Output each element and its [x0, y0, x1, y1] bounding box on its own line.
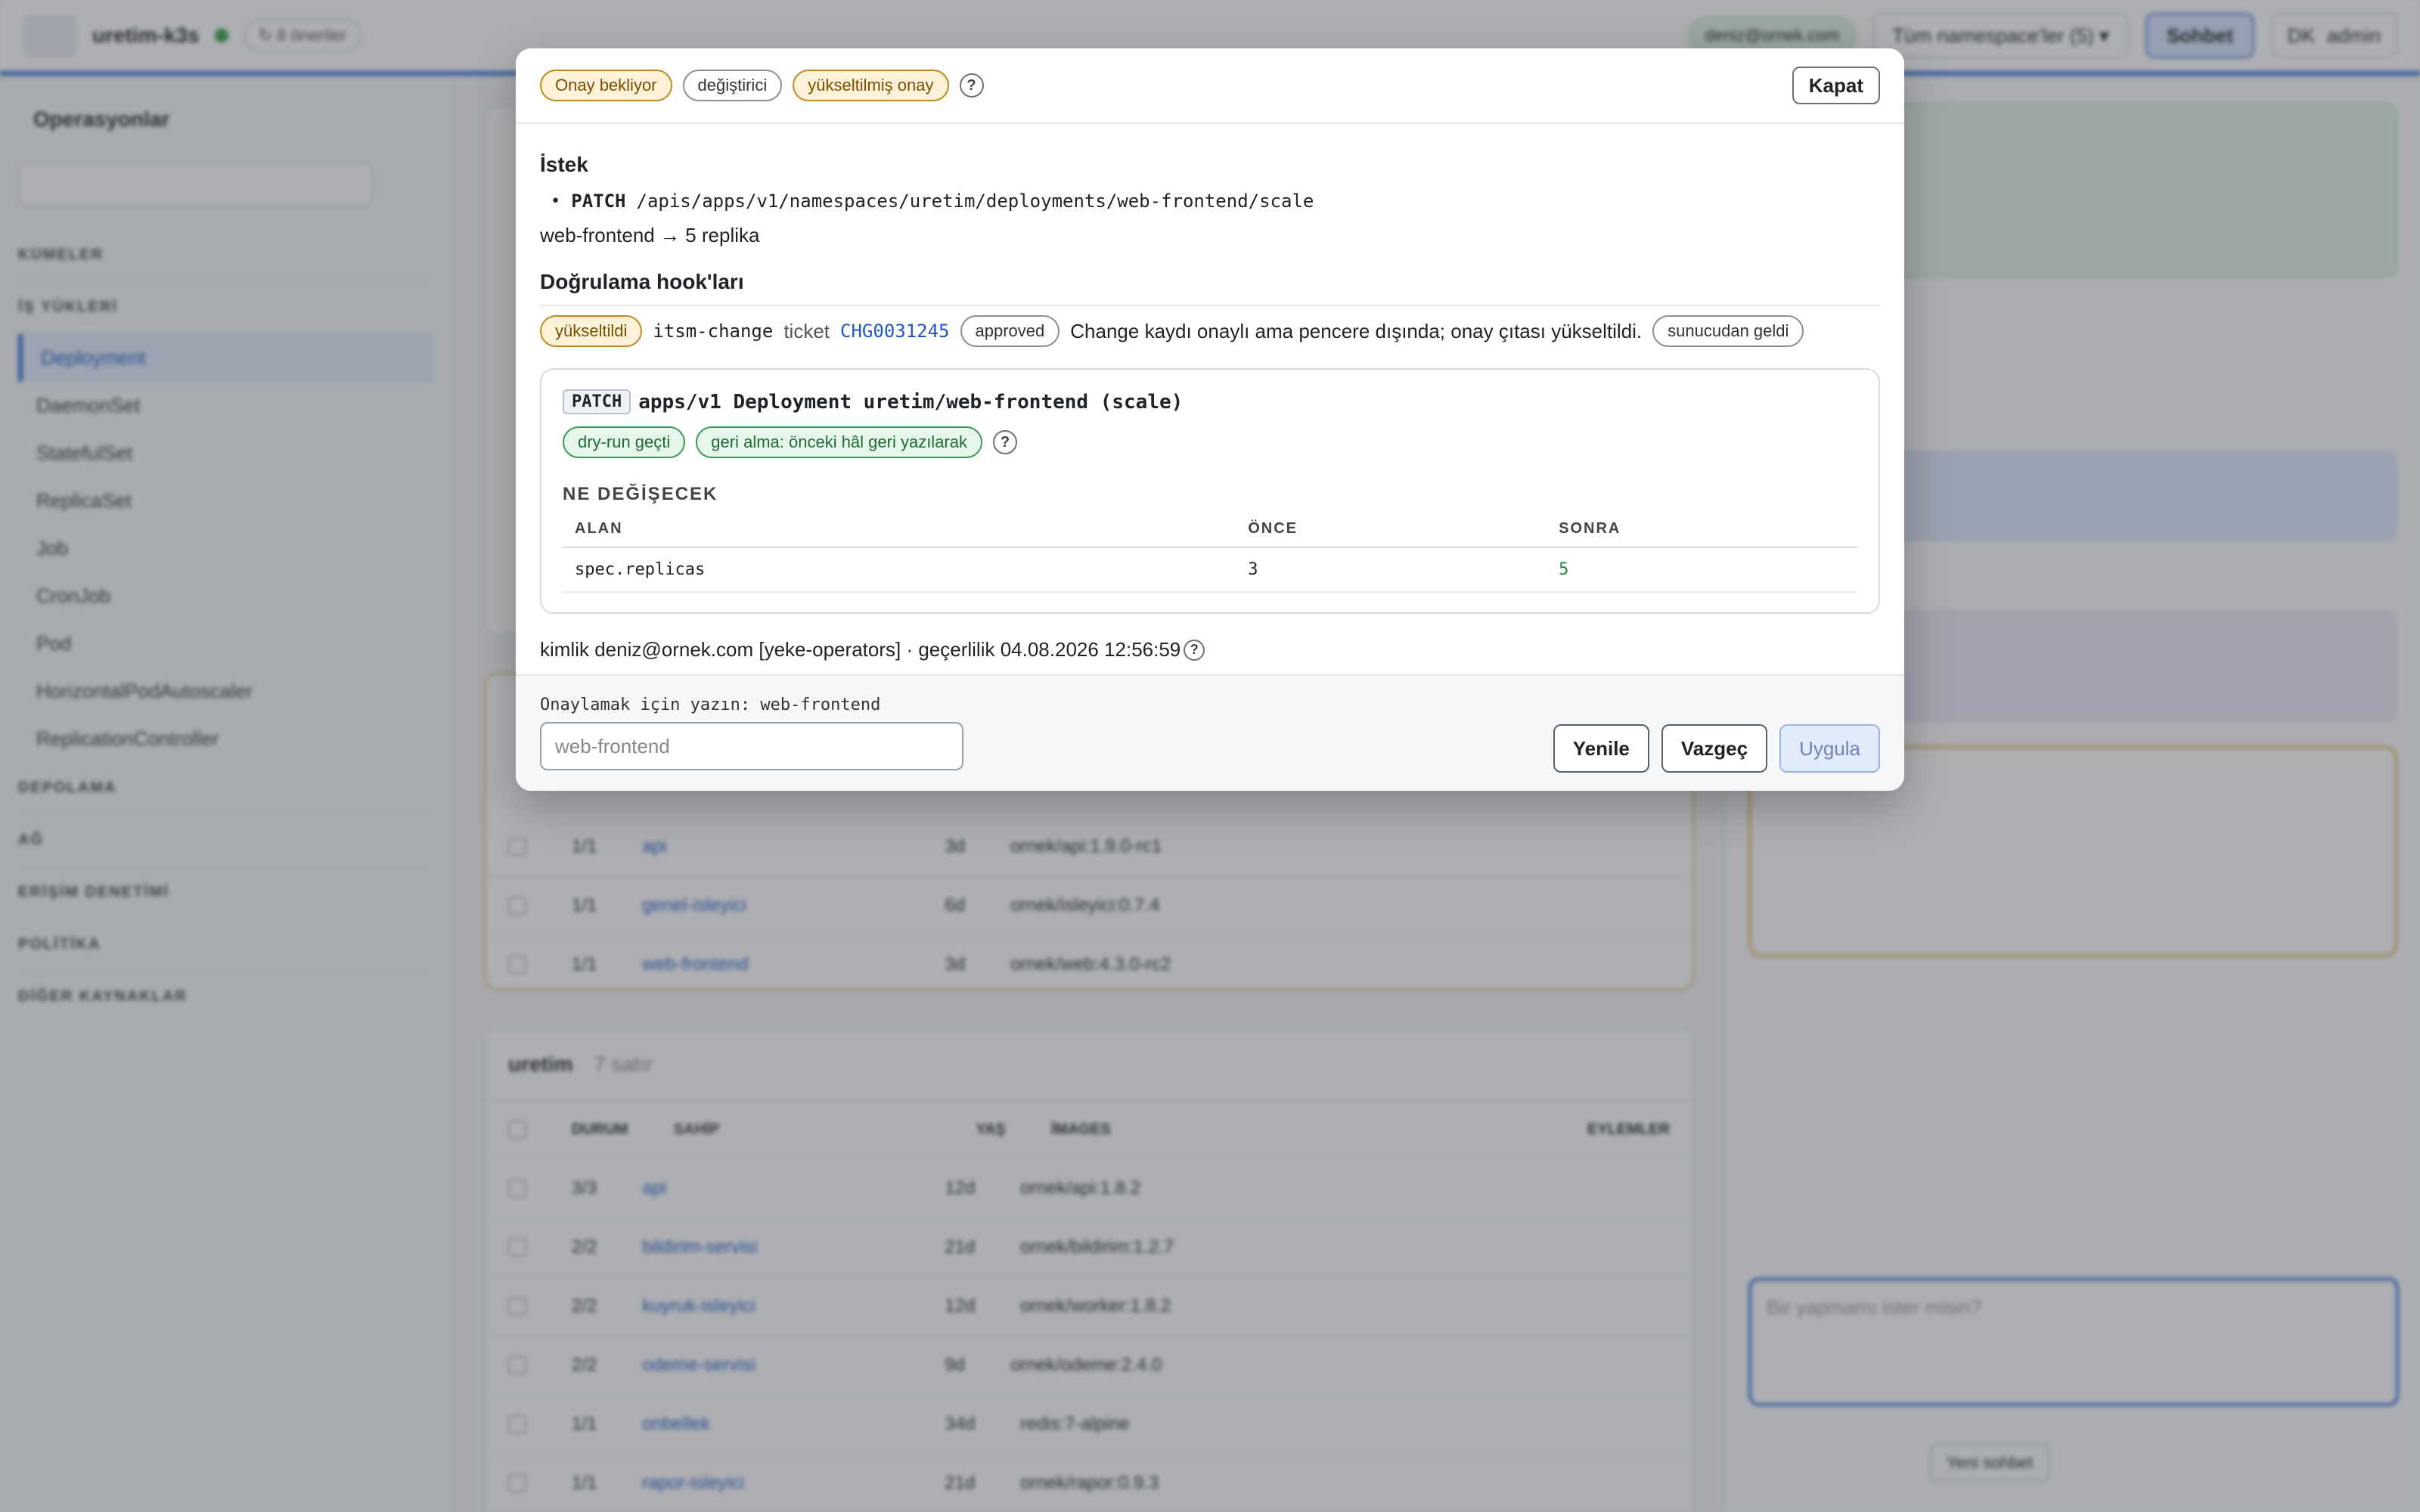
- elevated-approval-badge: yükseltilmiş onay: [793, 70, 949, 101]
- ticket-link[interactable]: CHG0031245: [840, 321, 950, 342]
- footer-buttons: Yenile Vazgeç Uygula: [1553, 724, 1880, 773]
- change-head: PATCH apps/v1 Deployment uretim/web-fron…: [563, 389, 1857, 414]
- modal-footer: Onaylamak için yazın: web-frontend Yenil…: [516, 674, 1904, 791]
- apply-button[interactable]: Uygula: [1779, 724, 1880, 773]
- request-title: İstek: [540, 153, 588, 176]
- hook-status-badge: yükseltildi: [540, 315, 643, 347]
- hook-message: Change kaydı onaylı ama pencere dışında;…: [1070, 319, 1643, 342]
- change-verb: PATCH: [563, 389, 631, 414]
- diff-table: ALAN ÖNCE SONRA spec.replicas 3 5: [563, 520, 1857, 593]
- help-icon[interactable]: ?: [993, 430, 1017, 454]
- col-field: ALAN: [563, 520, 1236, 548]
- approval-modal: Onay bekliyor değiştirici yükseltilmiş o…: [516, 48, 1904, 791]
- col-after: SONRA: [1547, 520, 1857, 548]
- diff-before: 3: [1236, 547, 1547, 593]
- mutating-badge: değiştirici: [682, 70, 783, 101]
- modal-header: Onay bekliyor değiştirici yükseltilmiş o…: [516, 48, 1904, 124]
- help-icon[interactable]: ?: [959, 73, 984, 98]
- identity-line: kimlik deniz@ornek.com [yeke-operators] …: [540, 638, 1880, 662]
- bullet-icon: •: [551, 191, 561, 211]
- identity-text: kimlik deniz@ornek.com [yeke-operators] …: [540, 638, 1181, 661]
- request-line: • PATCH /apis/apps/v1/namespaces/uretim/…: [551, 191, 1880, 212]
- ticket-label: ticket: [783, 319, 830, 342]
- what-changes-title: NE DEĞİŞECEK: [563, 484, 718, 504]
- diff-field: spec.replicas: [563, 547, 1236, 593]
- modal-body: İstek • PATCH /apis/apps/v1/namespaces/u…: [516, 124, 1904, 662]
- request-method: PATCH: [571, 191, 626, 212]
- change-title: apps/v1 Deployment uretim/web-frontend (…: [638, 390, 1184, 414]
- request-summary: web-frontend → 5 replika: [540, 224, 760, 246]
- diff-after: 5: [1547, 547, 1857, 593]
- confirm-prefix: Onaylamak için yazın:: [540, 696, 751, 714]
- ticket-state-badge: approved: [960, 315, 1060, 347]
- col-before: ÖNCE: [1236, 520, 1547, 548]
- request-path: /apis/apps/v1/namespaces/uretim/deployme…: [636, 191, 1314, 212]
- close-button[interactable]: Kapat: [1792, 67, 1880, 104]
- hooks-title: Doğrulama hook'ları: [540, 270, 1880, 306]
- change-card: PATCH apps/v1 Deployment uretim/web-fron…: [540, 368, 1880, 614]
- confirm-input[interactable]: [540, 722, 963, 770]
- hook-name: itsm-change: [653, 321, 774, 342]
- hook-origin-badge: sunucudan geldi: [1652, 315, 1804, 347]
- change-badges: dry-run geçti geri alma: önceki hâl geri…: [563, 426, 1857, 458]
- rollback-badge: geri alma: önceki hâl geri yazılarak: [696, 426, 982, 458]
- confirm-target: web-frontend: [760, 696, 881, 714]
- help-icon[interactable]: ?: [1184, 639, 1205, 661]
- refresh-button[interactable]: Yenile: [1553, 724, 1649, 773]
- dry-run-badge: dry-run geçti: [563, 426, 686, 458]
- confirm-label: Onaylamak için yazın: web-frontend: [540, 696, 1880, 714]
- table-row: spec.replicas 3 5: [563, 547, 1857, 593]
- hook-row: yükseltildi itsm-change ticket CHG003124…: [540, 315, 1880, 347]
- cancel-button[interactable]: Vazgeç: [1661, 724, 1768, 773]
- pending-approval-badge: Onay bekliyor: [540, 70, 672, 101]
